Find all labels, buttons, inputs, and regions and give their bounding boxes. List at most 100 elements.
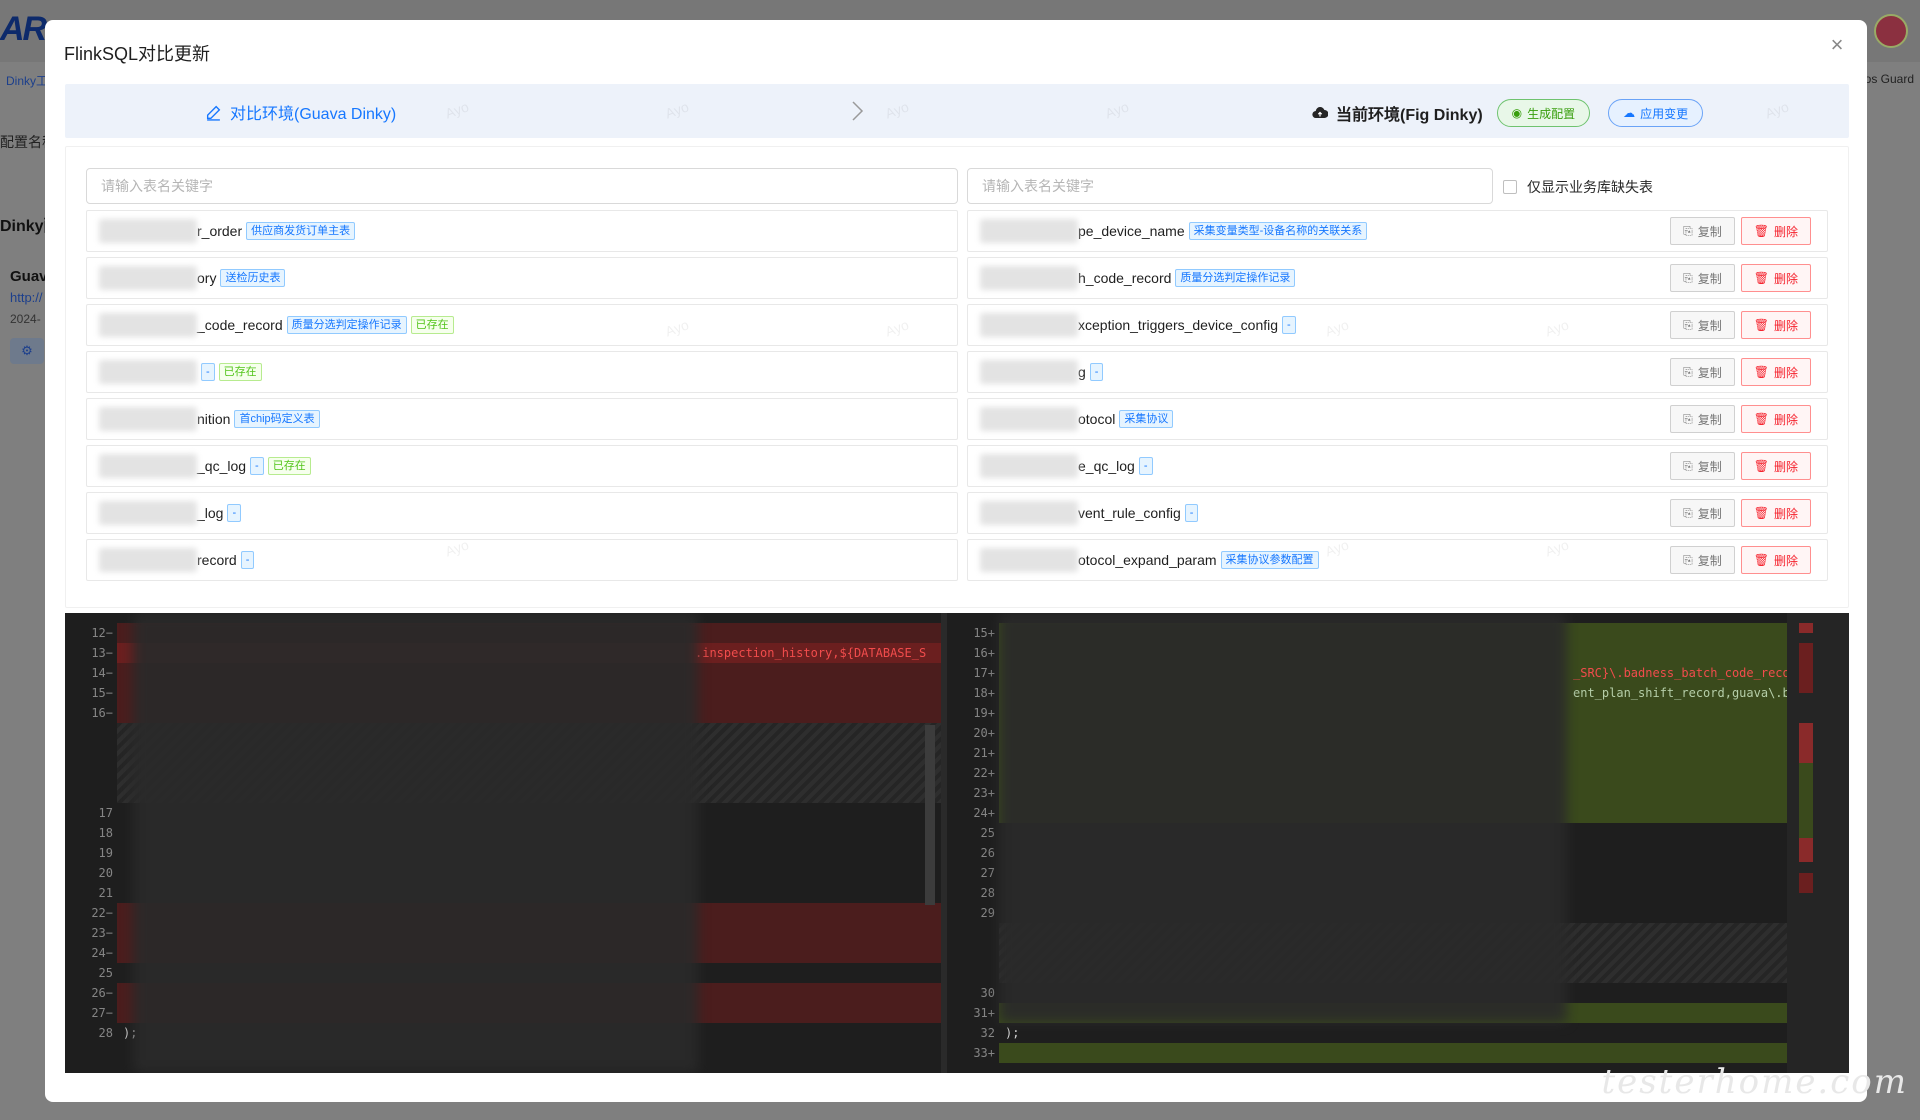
table-name: h_code_record [1078, 270, 1172, 286]
only-missing-tables-checkbox[interactable]: 仅显示业务库缺失表 [1503, 177, 1653, 197]
table-row[interactable]: nition 首chip码定义表 [86, 398, 958, 440]
apply-changes-button[interactable]: ☁ 应用变更 [1608, 99, 1704, 127]
copy-button[interactable]: ⎘ 复制 [1670, 358, 1735, 386]
line-number: 23+ [973, 786, 995, 800]
table-row[interactable]: _log - [86, 492, 958, 534]
delete-button[interactable]: 🗑 删除 [1740, 311, 1811, 339]
line-number: 13− [91, 646, 113, 660]
minimap-marker [1799, 838, 1813, 862]
redacted-table-prefix [99, 454, 197, 478]
table-row[interactable]: record - [86, 539, 958, 581]
table-comment-tag: 首chip码定义表 [234, 410, 320, 428]
table-name: record [197, 552, 237, 568]
table-row[interactable]: otocol_expand_param 采集协议参数配置 ⎘ 复制 🗑 删除 [967, 539, 1828, 581]
copy-button[interactable]: ⎘ 复制 [1670, 264, 1735, 292]
table-row[interactable]: _code_record 质量分选判定操作记录 已存在 [86, 304, 958, 346]
copy-button[interactable]: ⎘ 复制 [1670, 217, 1735, 245]
copy-icon: ⎘ [1683, 364, 1693, 379]
checkbox-box[interactable] [1503, 180, 1517, 194]
line-number: 19+ [973, 706, 995, 720]
redacted-table-prefix [99, 501, 197, 525]
copy-button[interactable]: ⎘ 复制 [1670, 546, 1735, 574]
line-number: 33+ [973, 1046, 995, 1060]
delete-button[interactable]: 🗑 删除 [1740, 405, 1811, 433]
delete-button[interactable]: 🗑 删除 [1740, 217, 1811, 245]
copy-label: 复制 [1697, 224, 1722, 239]
copy-button[interactable]: ⎘ 复制 [1670, 499, 1735, 527]
table-comment-tag: 质量分选判定操作记录 [1175, 269, 1296, 287]
table-row[interactable]: e_qc_log - ⎘ 复制 🗑 删除 [967, 445, 1828, 487]
table-row[interactable]: ory 送检历史表 [86, 257, 958, 299]
table-row[interactable]: g - ⎘ 复制 🗑 删除 [967, 351, 1828, 393]
trash-icon: 🗑 [1753, 506, 1769, 520]
gear-icon: ⚙ [10, 338, 44, 364]
delete-label: 删除 [1773, 506, 1798, 521]
row-actions: ⎘ 复制 🗑 删除 [1670, 217, 1811, 245]
table-row[interactable]: otocol 采集协议 ⎘ 复制 🗑 删除 [967, 398, 1828, 440]
trash-icon: 🗑 [1753, 412, 1769, 426]
delete-button[interactable]: 🗑 删除 [1740, 452, 1811, 480]
line-number: 24− [91, 946, 113, 960]
copy-label: 复制 [1697, 365, 1722, 380]
redacted-table-prefix [980, 454, 1078, 478]
environment-steps: 对比环境(Guava Dinky) 当前环境(Fig Dinky) ◉ 生成配置… [65, 84, 1849, 138]
table-row[interactable]: r_order 供应商发货订单主表 [86, 210, 958, 252]
redacted-table-prefix [980, 360, 1078, 384]
line-number: 16− [91, 706, 113, 720]
redacted-table-prefix [980, 407, 1078, 431]
minimap-marker [1799, 623, 1813, 633]
table-row[interactable]: pe_device_name 采集变量类型-设备名称的关联关系 ⎘ 复制 🗑 删除 [967, 210, 1828, 252]
diff-modified-pane[interactable]: 15+ 16+ 17+ 18+ 19+ 20+ 21+ 22+ 23+ 24+ 25 26 27 2… [947, 613, 1787, 1073]
background-nav-crumb: Dinky工 [6, 74, 49, 88]
step-compare-env[interactable]: 对比环境(Guava Dinky) [205, 100, 396, 124]
line-number: 15− [91, 686, 113, 700]
redacted-table-prefix [980, 501, 1078, 525]
minimap-marker [1799, 723, 1813, 763]
table-row[interactable]: vent_rule_config - ⎘ 复制 🗑 删除 [967, 492, 1828, 534]
table-row[interactable]: _qc_log - 已存在 [86, 445, 958, 487]
sql-diff-editor[interactable]: 12− 13− 14− 15− 16− 17 18 19 20 21 22− 23− 24− 2… [65, 613, 1849, 1073]
copy-button[interactable]: ⎘ 复制 [1670, 452, 1735, 480]
diff-minimap[interactable] [1787, 613, 1849, 1073]
step-current-env: 当前环境(Fig Dinky) ◉ 生成配置 ☁ 应用变更 [1312, 99, 1704, 127]
line-number: 15+ [973, 626, 995, 640]
delete-label: 删除 [1773, 365, 1798, 380]
row-actions: ⎘ 复制 🗑 删除 [1670, 264, 1811, 292]
line-number: 29 [980, 906, 995, 920]
redacted-code [999, 613, 1567, 1023]
generate-config-button[interactable]: ◉ 生成配置 [1496, 99, 1591, 127]
line-number: 21 [98, 886, 113, 900]
table-name: e_qc_log [1078, 458, 1135, 474]
copy-icon: ⎘ [1683, 223, 1693, 238]
close-icon[interactable]: × [1825, 34, 1849, 58]
delete-button[interactable]: 🗑 删除 [1740, 358, 1811, 386]
row-actions: ⎘ 复制 🗑 删除 [1670, 405, 1811, 433]
line-number: 21+ [973, 746, 995, 760]
right-table-search-input[interactable] [967, 168, 1493, 204]
step-compare-label: 对比环境(Guava Dinky) [230, 106, 397, 123]
diff-original-pane[interactable]: 12− 13− 14− 15− 16− 17 18 19 20 21 22− 23− 24− 2… [65, 613, 941, 1073]
copy-button[interactable]: ⎘ 复制 [1670, 405, 1735, 433]
line-number: 28 [98, 1026, 113, 1040]
table-name: otocol [1078, 411, 1116, 427]
delete-label: 删除 [1773, 271, 1798, 286]
copy-label: 复制 [1697, 271, 1722, 286]
line-number: 28 [980, 886, 995, 900]
left-table-search-input[interactable] [86, 168, 958, 204]
table-row[interactable]: xception_triggers_device_config - ⎘ 复制 🗑 删除 [967, 304, 1828, 346]
background-card-link: http:// [10, 290, 43, 305]
table-name: g [1078, 364, 1086, 380]
line-number: 30 [980, 986, 995, 1000]
minimap-marker [1799, 643, 1813, 693]
copy-button[interactable]: ⎘ 复制 [1670, 311, 1735, 339]
delete-button[interactable]: 🗑 删除 [1740, 499, 1811, 527]
table-row[interactable]: - 已存在 [86, 351, 958, 393]
diff-scrollbar[interactable] [925, 725, 935, 905]
copy-icon: ⎘ [1683, 505, 1693, 520]
delete-button[interactable]: 🗑 删除 [1740, 546, 1811, 574]
table-name: otocol_expand_param [1078, 552, 1217, 568]
delete-button[interactable]: 🗑 删除 [1740, 264, 1811, 292]
table-comment-tag: - [1138, 457, 1153, 475]
table-row[interactable]: h_code_record 质量分选判定操作记录 ⎘ 复制 🗑 删除 [967, 257, 1828, 299]
cloud-upload-icon: ☁ [1623, 106, 1636, 120]
